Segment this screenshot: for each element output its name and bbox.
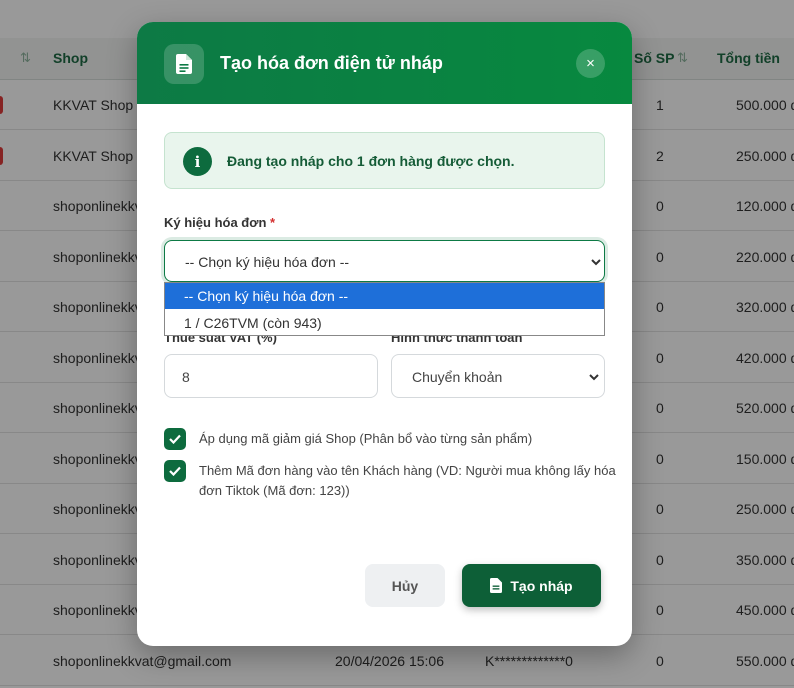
check-icon xyxy=(169,466,181,476)
close-icon: × xyxy=(586,55,595,72)
payment-select[interactable]: Chuyển khoản xyxy=(391,354,605,398)
dropdown-option[interactable]: 1 / C26TVM (còn 943) xyxy=(165,310,604,336)
order-code-checkbox[interactable] xyxy=(164,460,186,482)
modal-header: Tạo hóa đơn điện tử nháp × xyxy=(137,22,632,104)
modal-title: Tạo hóa đơn điện tử nháp xyxy=(220,53,443,73)
dropdown-option[interactable]: -- Chọn ký hiệu hóa đơn -- xyxy=(165,283,604,309)
vat-input[interactable]: 8 xyxy=(164,354,378,398)
chevron-down-icon xyxy=(589,374,599,381)
symbol-dropdown-list: -- Chọn ký hiệu hóa đơn -- 1 / C26TVM (c… xyxy=(164,282,605,336)
check-icon xyxy=(169,434,181,444)
chevron-down-icon xyxy=(591,259,601,266)
discount-label: Áp dụng mã giảm giá Shop (Phân bổ vào từ… xyxy=(199,431,533,446)
select-value: -- Chọn ký hiệu hóa đơn -- xyxy=(185,254,350,270)
close-button[interactable]: × xyxy=(576,49,605,78)
info-alert: i Đang tạo nháp cho 1 đơn hàng được chọn… xyxy=(164,132,605,189)
invoice-symbol-select[interactable]: -- Chọn ký hiệu hóa đơn -- xyxy=(164,240,605,282)
order-code-label: Thêm Mã đơn hàng vào tên Khách hàng (VD:… xyxy=(199,463,616,498)
cancel-button[interactable]: Hủy xyxy=(365,564,445,607)
info-text: Đang tạo nháp cho 1 đơn hàng được chọn. xyxy=(227,153,515,169)
info-icon: i xyxy=(183,147,212,176)
create-draft-button[interactable]: Tạo nháp xyxy=(462,564,601,607)
discount-checkbox[interactable] xyxy=(164,428,186,450)
symbol-label: Ký hiệu hóa đơn * xyxy=(164,215,276,230)
document-icon xyxy=(490,578,503,593)
document-icon xyxy=(164,44,204,84)
create-draft-invoice-modal: Tạo hóa đơn điện tử nháp × i Đang tạo nh… xyxy=(137,22,632,646)
